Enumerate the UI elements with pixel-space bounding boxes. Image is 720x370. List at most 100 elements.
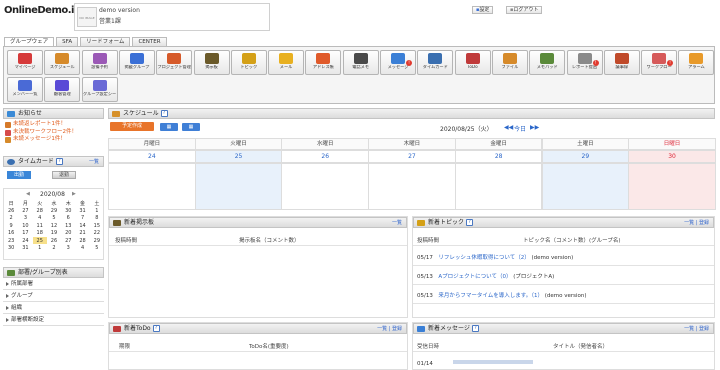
calendar-day[interactable]: 13 — [61, 222, 75, 229]
calendar-day[interactable]: 2 — [4, 215, 18, 222]
schedule-day-cell[interactable] — [281, 163, 370, 210]
next-month-icon[interactable]: ▶ — [72, 191, 76, 197]
notice-item-workflow[interactable]: 未決裁ワークフロー2件！ — [3, 129, 104, 137]
calendar-day[interactable]: 20 — [61, 230, 75, 237]
calendar-day[interactable]: 26 — [47, 237, 61, 244]
calendar-day[interactable]: 19 — [47, 230, 61, 237]
todo-add-link[interactable]: 登録 — [392, 326, 402, 332]
calendar-day[interactable]: 5 — [90, 244, 104, 251]
app-button-customer[interactable]: 顧客管理 — [44, 77, 81, 102]
help-icon[interactable]: ? — [152, 325, 160, 332]
calendar-day[interactable]: 18 — [33, 230, 47, 237]
calendar-day[interactable]: 3 — [61, 244, 75, 251]
app-button-report[interactable]: レポート提出! — [566, 50, 603, 75]
schedule-date-link[interactable]: 28 — [454, 150, 543, 163]
app-button-message[interactable]: メッセージ! — [380, 50, 416, 75]
calendar-day[interactable]: 3 — [18, 215, 32, 222]
schedule-day-cell[interactable] — [628, 163, 716, 210]
prev-month-icon[interactable]: ◀ — [26, 191, 30, 197]
calendar-day[interactable]: 4 — [75, 244, 89, 251]
today-link[interactable]: 今日 — [514, 124, 526, 133]
schedule-day-cell[interactable] — [368, 163, 456, 210]
schedule-date-link[interactable]: 24 — [108, 150, 196, 163]
help-icon[interactable]: ? — [160, 110, 168, 117]
app-button-board[interactable]: 掲示板 — [193, 50, 230, 75]
new-schedule-button[interactable]: 予定作成 — [110, 122, 154, 131]
calendar-day[interactable]: 24 — [18, 237, 32, 244]
calendar-day[interactable]: 31 — [75, 207, 89, 214]
calendar-day[interactable]: 5 — [47, 215, 61, 222]
app-button-members[interactable]: メンバー一覧 — [7, 77, 43, 102]
calendar-day[interactable]: 28 — [75, 237, 89, 244]
app-button-project[interactable]: プロジェクト管理 — [156, 50, 193, 75]
app-button-workflow[interactable]: ワークフロー! — [641, 50, 678, 75]
tab-center[interactable]: CENTER — [132, 37, 167, 46]
app-button-home[interactable]: マイページ — [7, 50, 43, 75]
day-view-button[interactable]: ▦ — [160, 123, 178, 131]
calendar-day[interactable]: 11 — [33, 222, 47, 229]
calendar-day[interactable]: 14 — [75, 222, 89, 229]
calendar-day[interactable]: 8 — [90, 215, 104, 222]
calendar-day[interactable]: 10 — [18, 222, 32, 229]
app-button-minutes[interactable]: 議事録 — [603, 50, 640, 75]
app-button-timecard[interactable]: タイムカード — [417, 50, 454, 75]
schedule-date-link[interactable]: 26 — [281, 150, 370, 163]
help-icon[interactable]: ? — [471, 325, 479, 332]
tab-leadform[interactable]: リードフォーム — [80, 37, 131, 46]
app-button-todo[interactable]: ToDo — [454, 50, 491, 75]
calendar-day[interactable]: 27 — [18, 207, 32, 214]
calendar-day[interactable]: 4 — [33, 215, 47, 222]
nav-item-organization[interactable]: 組織 — [3, 302, 104, 314]
calendar-day[interactable]: 1 — [90, 207, 104, 214]
app-button-phone-memo[interactable]: 電話メモ — [342, 50, 379, 75]
next-week-icon[interactable]: ▶▶ — [530, 124, 539, 131]
todo-list-link[interactable]: 一覧 — [377, 326, 387, 332]
clock-out-button[interactable]: 退勤 — [52, 171, 76, 179]
app-button-file[interactable]: ファイル — [491, 50, 528, 75]
nav-item-cross-department[interactable]: 部署横断設定 — [3, 314, 104, 326]
topic-row[interactable]: 05/13 来月からフマータイムを導入します。（1） (demo version… — [417, 291, 587, 299]
week-view-button[interactable]: ▦ — [182, 123, 200, 131]
calendar-day[interactable]: 26 — [4, 207, 18, 214]
message-row[interactable]: 01/14 — [417, 360, 533, 367]
calendar-day[interactable]: 17 — [18, 230, 32, 237]
schedule-day-cell[interactable] — [454, 163, 543, 210]
notice-item-message[interactable]: 未読メッセージ1件！ — [3, 136, 104, 144]
schedule-date-link[interactable]: 30 — [628, 150, 716, 163]
app-button-alarm[interactable]: アラーム — [678, 50, 715, 75]
app-button-group[interactable]: 掲載グループ — [118, 50, 155, 75]
app-button-address-book[interactable]: アドレス帳 — [305, 50, 342, 75]
schedule-date-link[interactable]: 29 — [541, 150, 630, 163]
app-button-memopad[interactable]: メモパッド — [529, 50, 566, 75]
topic-title-link[interactable]: 来月からフマータイムを導入します。（1） — [438, 293, 543, 299]
notice-item-report[interactable]: 未読返レポート1件！ — [3, 121, 104, 129]
tab-groupware[interactable]: グループウェア — [4, 37, 55, 46]
timecard-list-link[interactable]: 一覧 — [89, 157, 99, 167]
help-icon[interactable]: ? — [466, 219, 474, 226]
calendar-day[interactable]: 30 — [61, 207, 75, 214]
calendar-day[interactable]: 27 — [61, 237, 75, 244]
calendar-day[interactable]: 12 — [47, 222, 61, 229]
calendar-day[interactable]: 29 — [47, 207, 61, 214]
calendar-day[interactable]: 7 — [75, 215, 89, 222]
calendar-day[interactable]: 6 — [61, 215, 75, 222]
schedule-day-cell[interactable] — [194, 163, 283, 210]
schedule-day-cell[interactable] — [108, 163, 196, 210]
schedule-day-cell[interactable] — [541, 163, 630, 210]
app-button-topic[interactable]: トピック — [230, 50, 267, 75]
topic-title-link[interactable]: リフレッシュ休暇取得について（2） — [438, 255, 529, 261]
tab-sfa[interactable]: SFA — [56, 37, 79, 46]
calendar-day[interactable]: 30 — [4, 244, 18, 251]
message-title-link[interactable] — [452, 360, 533, 364]
calendar-day[interactable]: 2 — [47, 244, 61, 251]
calendar-day[interactable]: 15 — [90, 222, 104, 229]
calendar-day[interactable]: 25 — [32, 236, 47, 245]
calendar-day[interactable]: 9 — [4, 222, 18, 229]
calendar-day[interactable]: 23 — [4, 237, 18, 244]
app-button-mail[interactable]: メール — [268, 50, 305, 75]
app-button-facility[interactable]: 設備予約 — [81, 50, 118, 75]
calendar-day[interactable]: 28 — [33, 207, 47, 214]
topic-title-link[interactable]: Aプロジェクトについて（0） — [438, 274, 511, 280]
calendar-day[interactable]: 21 — [75, 230, 89, 237]
calendar-day[interactable]: 1 — [33, 244, 47, 251]
